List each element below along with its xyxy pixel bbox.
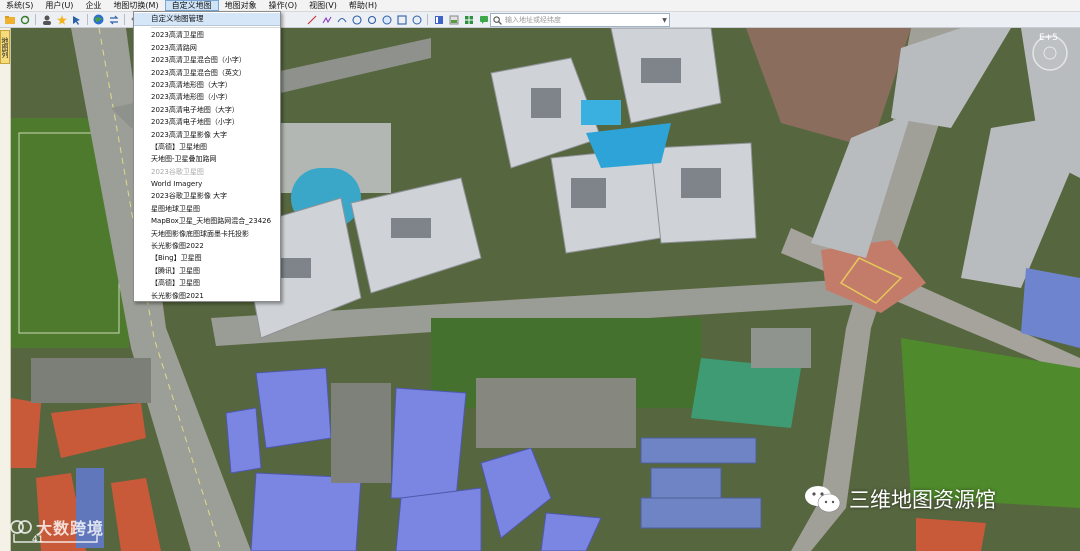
star-icon[interactable] [56,14,67,25]
watermark-left-text: 大数跨境 [36,519,105,538]
open-folder-icon[interactable] [4,14,15,25]
menu-map-switch[interactable]: 地图切换(M) [107,0,164,11]
menu-user[interactable]: 用户(U) [39,0,79,11]
custom-map-item[interactable]: 2023高清电子地图（大字） [134,104,280,116]
custom-map-item[interactable]: 2023高清卫星图 [134,29,280,41]
custom-map-item[interactable]: 2023高清卫星混合图（小字） [134,54,280,66]
polyline-icon[interactable] [321,14,332,25]
custom-map-item[interactable]: 【腾讯】卫星图 [134,265,280,277]
map-layer-icon[interactable] [93,14,104,25]
cursor-icon[interactable] [71,14,82,25]
toolbar-separator [124,14,125,25]
watermark-right: 三维地图资源馆 [803,483,996,515]
custom-map-item[interactable]: 2023高清电子地图（小字） [134,116,280,128]
custom-map-item[interactable]: 2023高清卫星影像 大字 [134,129,280,141]
menu-map-objects[interactable]: 地图对象 [219,0,263,11]
menu-system[interactable]: 系统(S) [0,0,39,11]
custom-map-item[interactable]: 长光影像图2022 [134,240,280,252]
curve-icon[interactable] [336,14,347,25]
custom-map-item[interactable]: 2023高清地形图（小字） [134,91,280,103]
custom-map-item[interactable]: 星图地球卫星图 [134,203,280,215]
custom-map-item[interactable]: 长光影像图2021 [134,290,280,302]
search-icon[interactable] [491,15,503,25]
menu-separator [151,27,280,29]
custom-map-item[interactable]: 2023谷歌卫星影像 大字 [134,190,280,202]
custom-map-item: 2023谷歌卫星图 [151,167,204,176]
custom-map-item[interactable]: 天地图影像底图球面墨卡托投影 [134,228,280,240]
menu-enterprise[interactable]: 企业 [79,0,107,11]
custom-map-item[interactable]: 【高德】卫星图 [134,277,280,289]
custom-map-dropdown: 自定义地图管理 2023高清卫星图 2023高清路网 2023高清卫星混合图（小字）… [133,11,281,302]
custom-map-list: 2023高清卫星图 2023高清路网 2023高清卫星混合图（小字） 2023高清卫星… [134,29,280,302]
refresh-icon[interactable] [19,14,30,25]
menu-help[interactable]: 帮助(H) [343,0,383,11]
menu-view[interactable]: 视图(V) [303,0,343,11]
custom-map-item[interactable]: MapBox卫星_天地图路网混合_23426 [134,215,280,227]
custom-map-item[interactable]: 【高德】卫星地图 [134,141,280,153]
watermark-right-text: 三维地图资源馆 [849,488,996,512]
custom-map-management-item[interactable]: 自定义地图管理 [134,13,280,27]
map-list-tab[interactable]: 地图列 [0,30,10,64]
rectangle-icon[interactable] [381,14,392,25]
grid-icon[interactable] [463,14,474,25]
compass-label: E+5 [1039,33,1058,43]
search-input[interactable] [503,15,660,25]
address-search: ▼ [490,13,670,27]
custom-map-item[interactable]: 2023高清地形图（大字） [134,79,280,91]
square-icon[interactable] [396,14,407,25]
pin-icon[interactable] [411,14,422,25]
custom-map-item[interactable]: 2023高清卫星混合图（英文） [134,67,280,79]
toolbar-separator [427,14,428,25]
custom-map-item[interactable]: 天地图-卫星叠加路网 [134,153,280,165]
custom-map-item[interactable]: World Imagery [134,178,280,190]
chevron-down-icon[interactable]: ▼ [660,17,669,24]
watermark-logo-icon [10,520,32,534]
toolbar-separator [87,14,88,25]
menu-custom-map[interactable]: 自定义地图 [164,0,219,11]
circle-icon[interactable] [351,14,362,25]
ellipse-icon[interactable] [366,14,377,25]
line-icon[interactable] [306,14,317,25]
menu-operation[interactable]: 操作(O) [263,0,304,11]
book-icon[interactable] [433,14,444,25]
image-icon[interactable] [448,14,459,25]
chat-icon[interactable] [478,14,489,25]
toolbar-separator [35,14,36,25]
watermark-left: 大数跨境 [10,515,104,539]
side-panel: 地图列 [0,28,11,551]
user-icon[interactable] [41,14,52,25]
wechat-icon [805,486,841,513]
swap-icon[interactable] [108,14,119,25]
custom-map-item[interactable]: 【Bing】卫星图 [134,252,280,264]
custom-map-item[interactable]: 2023高清路网 [134,42,280,54]
